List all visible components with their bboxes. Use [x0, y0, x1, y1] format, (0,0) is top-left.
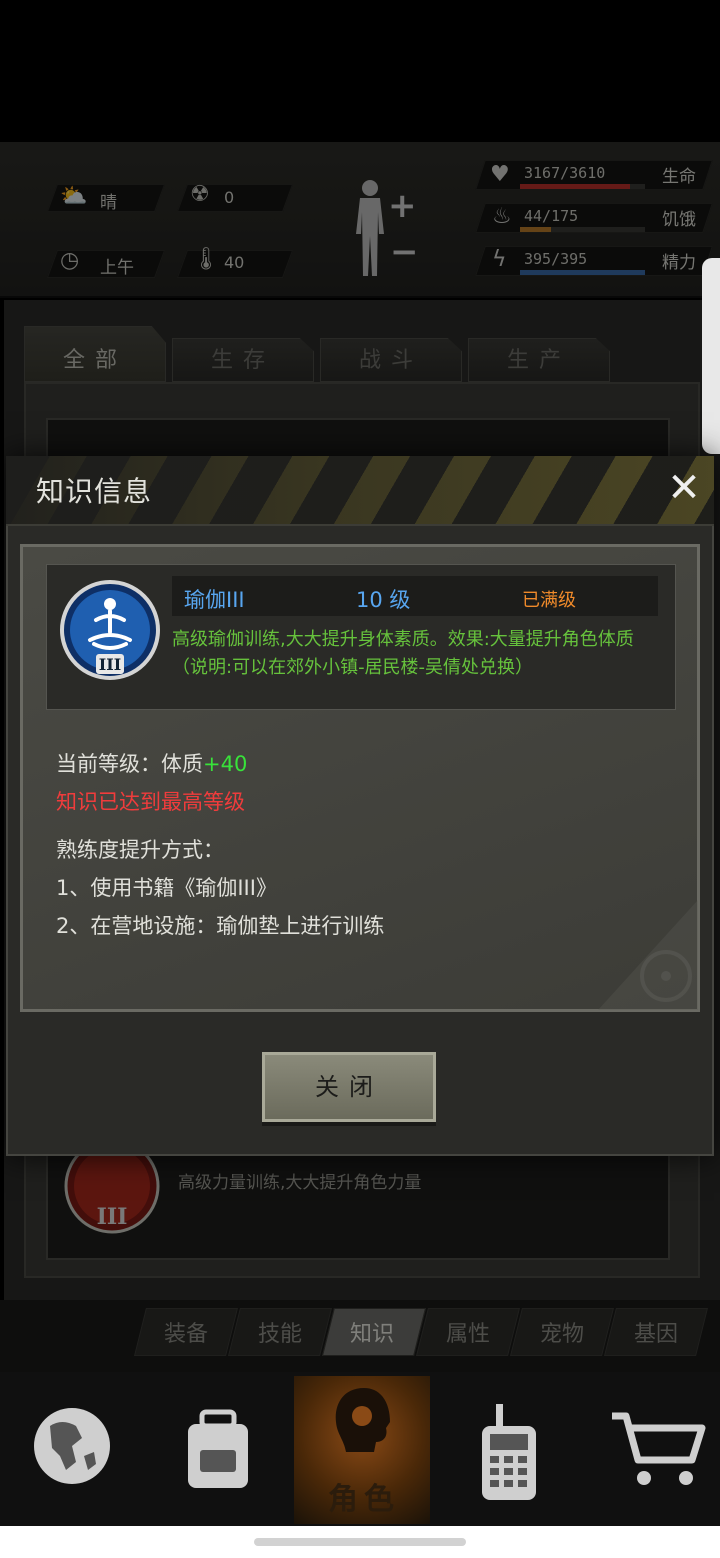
- current-level-prefix: 当前等级：体质: [56, 752, 203, 776]
- head-gear-icon: [335, 1388, 390, 1452]
- nav-backpack[interactable]: [150, 1376, 290, 1524]
- radiation-watermark-icon: [598, 900, 698, 1010]
- top-black-area: [0, 0, 720, 142]
- nav-character-label: 角色: [328, 1482, 400, 1517]
- method-item: 2、在营地设施：瑜伽垫上进行训练: [56, 914, 385, 938]
- current-level-bonus: +40: [203, 752, 248, 776]
- dialog-title: 知识信息: [36, 475, 153, 508]
- skill-header-bar: [172, 576, 658, 616]
- method-title: 熟练度提升方式：: [56, 838, 224, 862]
- backpack-icon: [188, 1409, 248, 1488]
- home-indicator[interactable]: [254, 1538, 466, 1546]
- max-level-badge: 已满级: [522, 590, 576, 611]
- skill-name: 瑜伽III: [184, 588, 245, 612]
- skill-description: 高级瑜伽训练,大大提升身体素质。效果:大量提升角色体质（说明:可以在郊外小镇-居…: [172, 629, 634, 678]
- nav-shop[interactable]: [590, 1376, 720, 1524]
- close-icon[interactable]: ✕: [664, 466, 704, 510]
- walkie-talkie-icon: [482, 1404, 536, 1500]
- nav-map[interactable]: [0, 1376, 140, 1524]
- yoga-skill-icon: III: [60, 580, 160, 680]
- svg-text:III: III: [99, 655, 121, 674]
- shopping-cart-icon: [612, 1412, 706, 1485]
- globe-icon: [34, 1408, 110, 1484]
- skill-level: 10 级: [356, 588, 411, 612]
- current-level-line: 当前等级：体质+40: [56, 748, 247, 778]
- edge-scroll-handle[interactable]: [702, 258, 720, 454]
- close-button[interactable]: 关闭: [262, 1052, 436, 1122]
- nav-radio[interactable]: [440, 1376, 580, 1524]
- max-reached-text: 知识已达到最高等级: [56, 790, 245, 814]
- method-item: 1、使用书籍《瑜伽III》: [56, 876, 277, 900]
